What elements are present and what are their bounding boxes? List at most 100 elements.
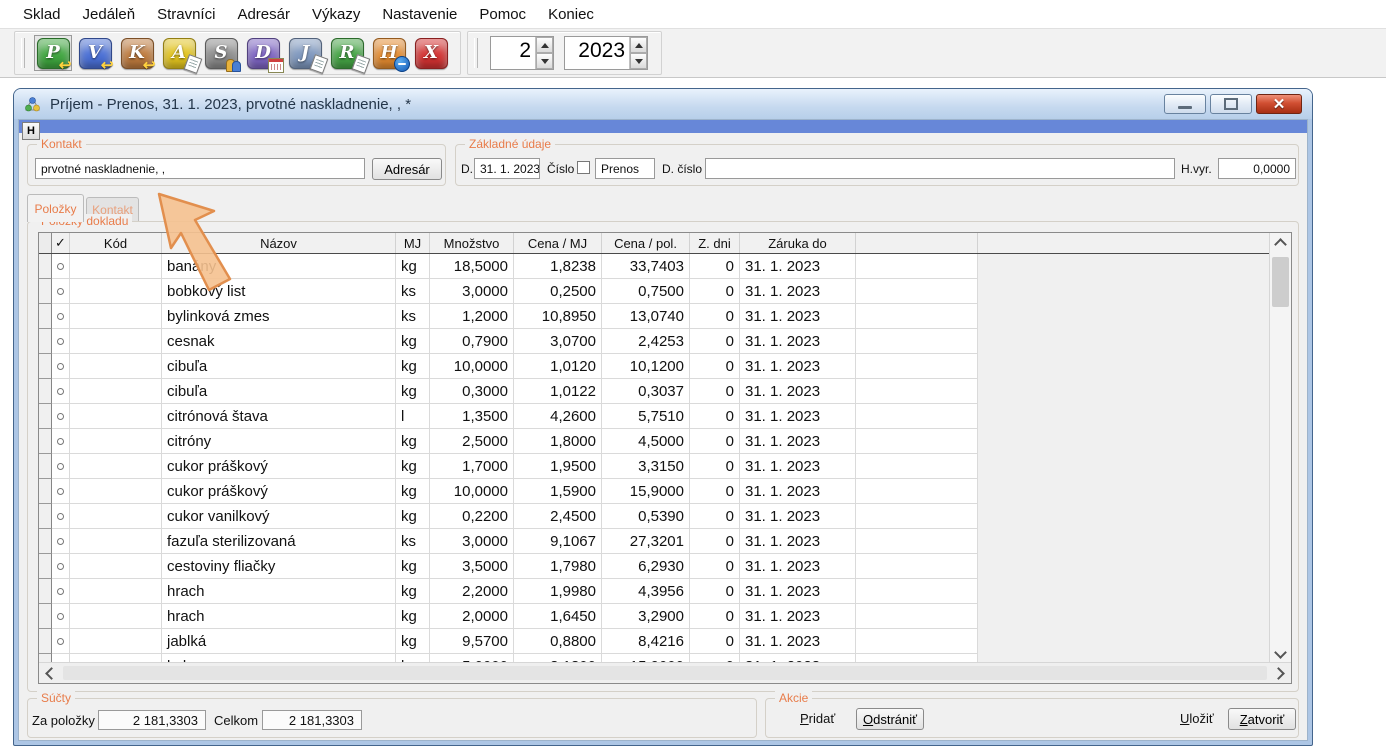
row-selector[interactable] [39, 629, 52, 654]
row-check-cell[interactable] [52, 454, 70, 479]
row-check-cell[interactable] [52, 379, 70, 404]
cell-cena_pol[interactable]: 10,1200 [602, 354, 690, 379]
month-down-button[interactable] [536, 53, 553, 69]
cell-cena_mj[interactable]: 4,2600 [514, 404, 602, 429]
cell-kod[interactable] [70, 554, 162, 579]
row-selector[interactable] [39, 404, 52, 429]
cell-cena_mj[interactable]: 0,8800 [514, 629, 602, 654]
cell-cena_mj[interactable]: 10,8950 [514, 304, 602, 329]
kontakt-input[interactable]: prvotné naskladnenie, , [35, 158, 365, 179]
tab-polozky[interactable]: Položky [27, 194, 84, 222]
table-row[interactable]: cibuľakg0,30001,01220,3037031. 1. 2023 [39, 379, 1291, 404]
cell-kod[interactable] [70, 629, 162, 654]
cell-mnozstvo[interactable]: 2,0000 [430, 604, 514, 629]
cislo-checkbox[interactable] [577, 161, 590, 174]
cell-mj[interactable]: kg [396, 479, 430, 504]
cell-z_dni[interactable]: 0 [690, 429, 740, 454]
cell-z_dni[interactable]: 0 [690, 554, 740, 579]
cell-cena_mj[interactable]: 0,2500 [514, 279, 602, 304]
table-row[interactable]: jablkákg9,57000,88008,4216031. 1. 2023 [39, 629, 1291, 654]
cell-zaruka[interactable]: 31. 1. 2023 [740, 379, 856, 404]
table-row[interactable]: cestoviny fliačkykg3,50001,79806,2930031… [39, 554, 1291, 579]
table-row[interactable]: hrachkg2,00001,64503,2900031. 1. 2023 [39, 604, 1291, 629]
cell-cena_mj[interactable]: 1,7980 [514, 554, 602, 579]
cell-mnozstvo[interactable]: 0,2200 [430, 504, 514, 529]
cell-mnozstvo[interactable]: 1,3500 [430, 404, 514, 429]
row-selector[interactable] [39, 454, 52, 479]
h-button[interactable]: H [22, 122, 40, 140]
cell-mj[interactable]: kg [396, 604, 430, 629]
cell-cena_pol[interactable]: 4,3956 [602, 579, 690, 604]
cell-zaruka[interactable]: 31. 1. 2023 [740, 354, 856, 379]
cell-mnozstvo[interactable]: 0,7900 [430, 329, 514, 354]
maximize-button[interactable] [1210, 94, 1252, 114]
pridat-button[interactable]: Pridať [794, 710, 841, 727]
cell-mj[interactable]: kg [396, 504, 430, 529]
row-check-cell[interactable] [52, 504, 70, 529]
cell-nazov[interactable]: fazuľa sterilizovaná [162, 529, 396, 554]
cell-mnozstvo[interactable]: 3,5000 [430, 554, 514, 579]
column-header-z_dni[interactable]: Z. dni [690, 233, 740, 253]
cell-mnozstvo[interactable]: 10,0000 [430, 479, 514, 504]
row-selector[interactable] [39, 479, 52, 504]
zatvorit-button[interactable]: Zatvoriť [1228, 708, 1296, 730]
cell-kod[interactable] [70, 579, 162, 604]
adresar-button[interactable]: Adresár [372, 158, 442, 180]
year-up-button[interactable] [630, 37, 647, 53]
cell-nazov[interactable]: cukor práškový [162, 479, 396, 504]
cell-mnozstvo[interactable]: 2,2000 [430, 579, 514, 604]
cell-mnozstvo[interactable]: 3,0000 [430, 279, 514, 304]
cell-nazov[interactable]: cibuľa [162, 354, 396, 379]
row-check-cell[interactable] [52, 304, 70, 329]
cell-kod[interactable] [70, 379, 162, 404]
scroll-down-button[interactable] [1270, 644, 1291, 664]
cell-zaruka[interactable]: 31. 1. 2023 [740, 529, 856, 554]
minimize-button[interactable] [1164, 94, 1206, 114]
table-row[interactable]: cukor vanilkovýkg0,22002,45000,5390031. … [39, 504, 1291, 529]
cell-mj[interactable]: kg [396, 454, 430, 479]
cell-cena_pol[interactable]: 0,3037 [602, 379, 690, 404]
cell-zaruka[interactable]: 31. 1. 2023 [740, 404, 856, 429]
cell-nazov[interactable]: hrach [162, 579, 396, 604]
row-selector[interactable] [39, 379, 52, 404]
cell-kod[interactable] [70, 454, 162, 479]
cell-mnozstvo[interactable]: 9,5700 [430, 629, 514, 654]
table-row[interactable]: cibuľakg10,00001,012010,1200031. 1. 2023 [39, 354, 1291, 379]
cell-cena_mj[interactable]: 9,1067 [514, 529, 602, 554]
column-header-mj[interactable]: MJ [396, 233, 430, 253]
row-check-cell[interactable] [52, 254, 70, 279]
toolbar-gripper[interactable] [21, 38, 25, 68]
cell-nazov[interactable]: jablká [162, 629, 396, 654]
horizontal-scrollbar[interactable] [39, 662, 1291, 683]
cell-zaruka[interactable]: 31. 1. 2023 [740, 604, 856, 629]
row-check-cell[interactable] [52, 554, 70, 579]
cell-mnozstvo[interactable]: 10,0000 [430, 354, 514, 379]
cell-z_dni[interactable]: 0 [690, 254, 740, 279]
menu-item-vykazy[interactable]: Výkazy [301, 2, 371, 27]
row-selector[interactable] [39, 329, 52, 354]
cell-mj[interactable]: kg [396, 429, 430, 454]
row-selector[interactable] [39, 529, 52, 554]
horizontal-scroll-thumb[interactable] [63, 666, 1267, 680]
cell-mj[interactable]: ks [396, 529, 430, 554]
row-check-cell[interactable] [52, 479, 70, 504]
cell-z_dni[interactable]: 0 [690, 579, 740, 604]
odstranit-button[interactable]: Odstrániť [856, 708, 924, 730]
cell-z_dni[interactable]: 0 [690, 304, 740, 329]
table-row[interactable]: hrachkg2,20001,99804,3956031. 1. 2023 [39, 579, 1291, 604]
column-header-mnozstvo[interactable]: Množstvo [430, 233, 514, 253]
row-selector[interactable] [39, 354, 52, 379]
scroll-right-button[interactable] [1269, 663, 1291, 684]
cell-mj[interactable]: kg [396, 354, 430, 379]
d-cislo-input[interactable] [705, 158, 1175, 179]
toolbar-button-a[interactable]: A [160, 35, 198, 71]
month-spinner[interactable]: 2 [490, 36, 554, 70]
row-check-cell[interactable] [52, 579, 70, 604]
cell-z_dni[interactable]: 0 [690, 279, 740, 304]
menu-item-nastavenie[interactable]: Nastavenie [371, 2, 468, 27]
table-row[interactable]: cukor práškovýkg10,00001,590015,9000031.… [39, 479, 1291, 504]
window-titlebar[interactable]: Príjem - Prenos, 31. 1. 2023, prvotné na… [14, 89, 1312, 119]
cell-cena_mj[interactable]: 1,6450 [514, 604, 602, 629]
row-check-cell[interactable] [52, 404, 70, 429]
date-field[interactable]: 31. 1. 2023 [474, 158, 540, 179]
